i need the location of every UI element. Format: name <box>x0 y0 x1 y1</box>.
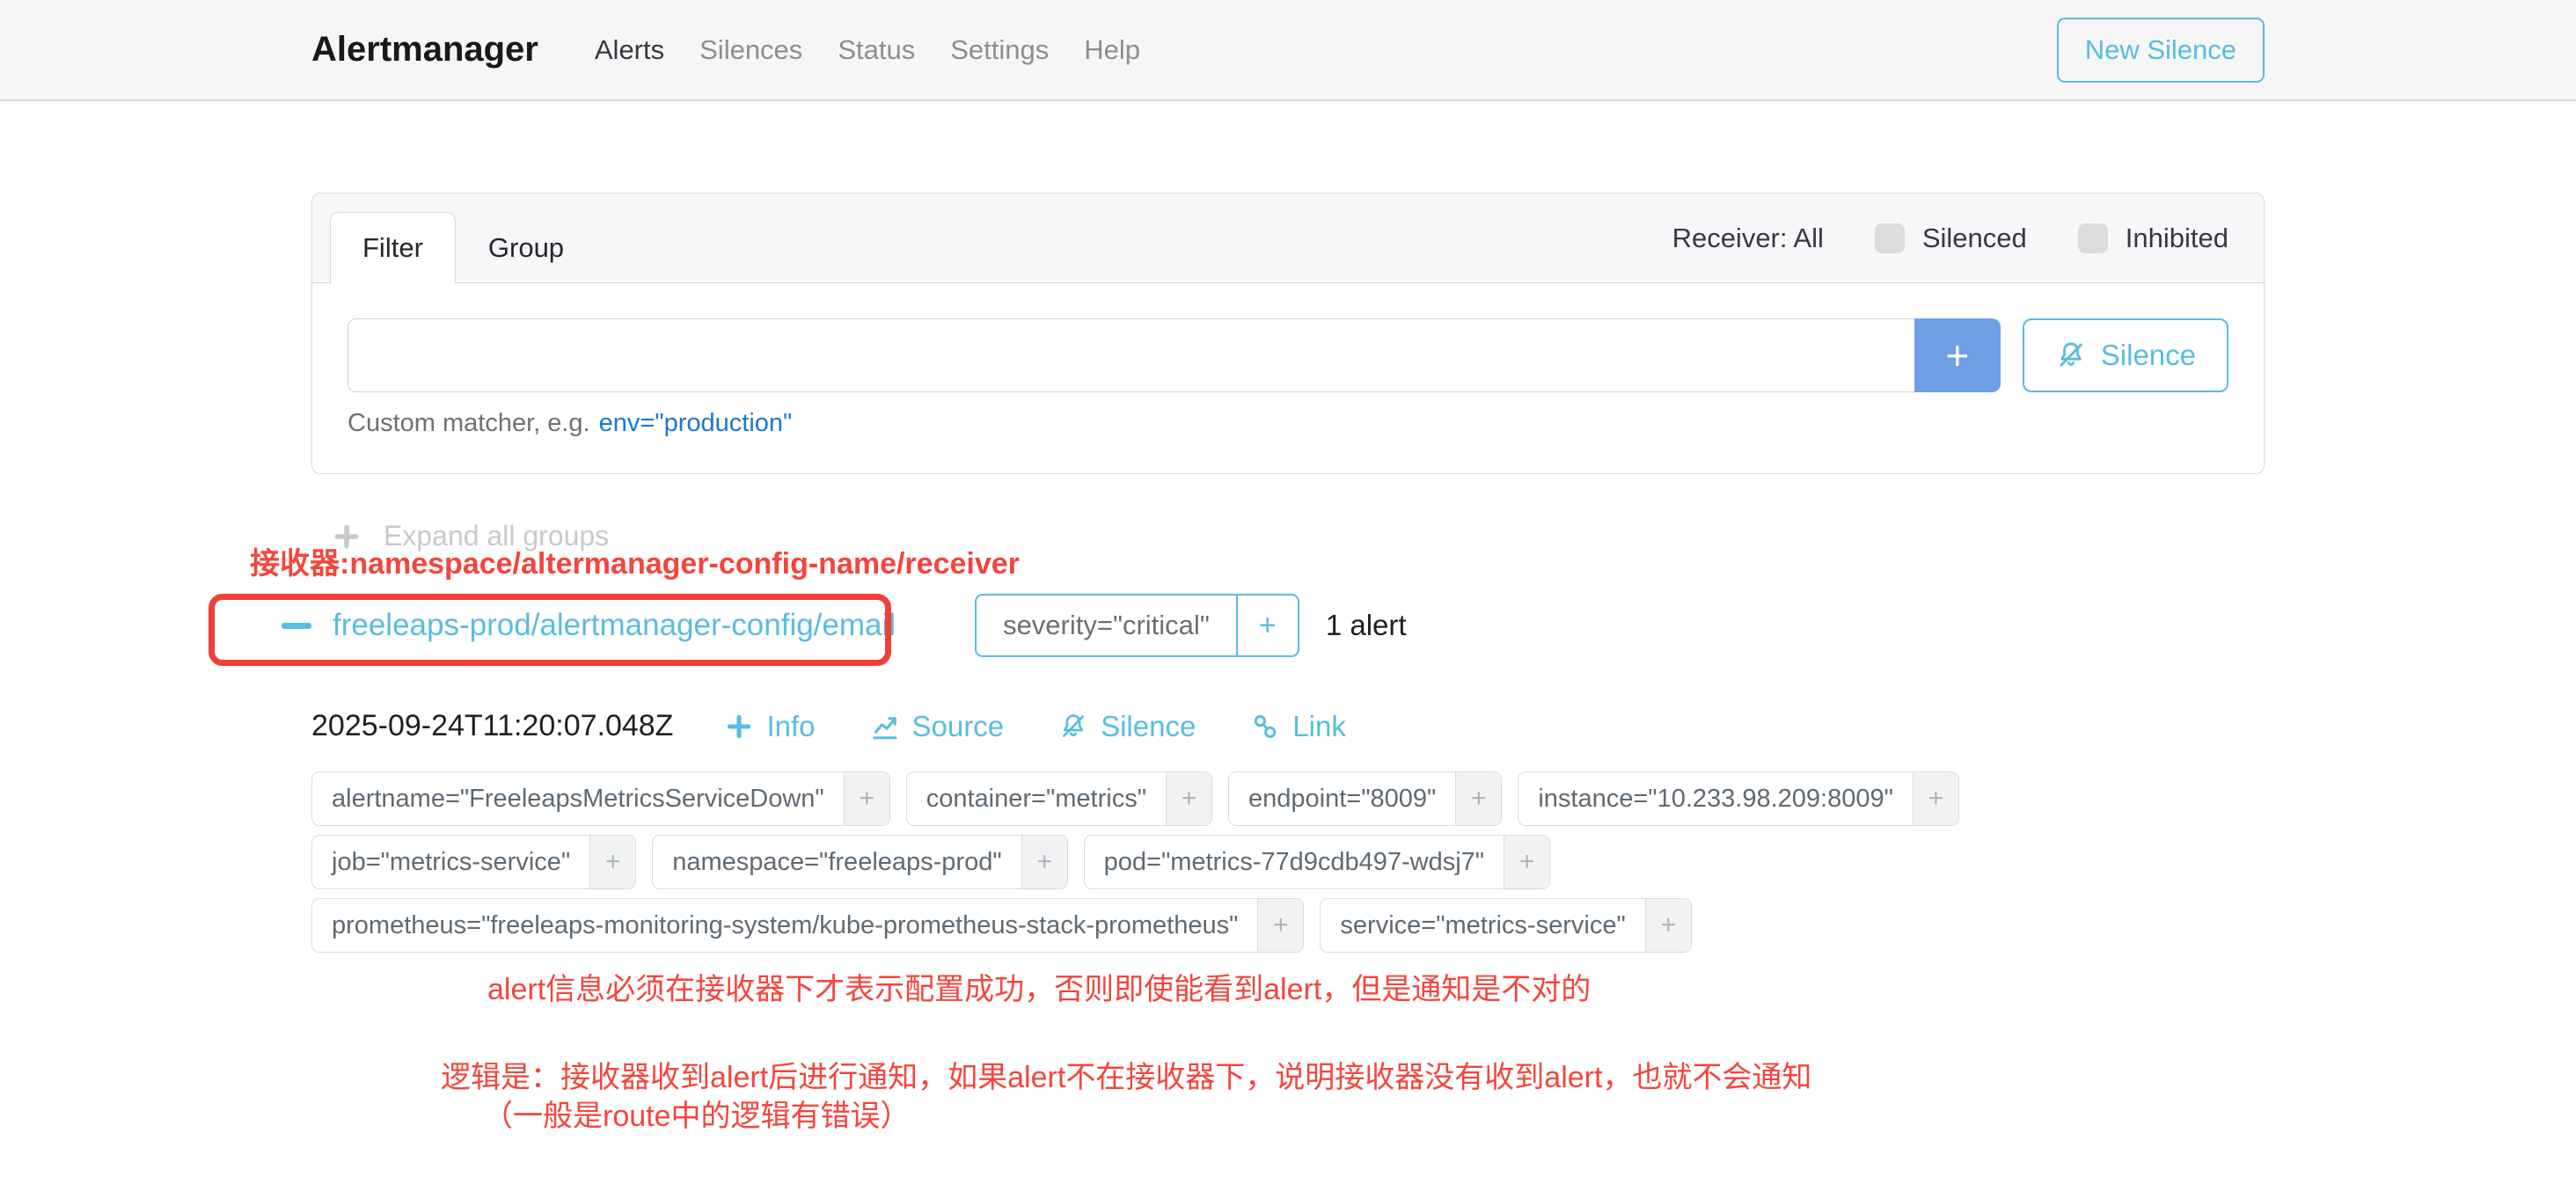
new-silence-button[interactable]: New Silence <box>2057 18 2265 83</box>
group-receiver-label: freeleaps-prod/alertmanager-config/email <box>333 608 896 643</box>
filter-group-tabs: FilterGroup <box>330 194 596 282</box>
alert-label-chip: endpoint="8009"+ <box>1228 771 1502 826</box>
group-receiver-toggle[interactable]: freeleaps-prod/alertmanager-config/email <box>282 592 920 659</box>
alert-label-text: alertname="FreeleapsMetricsServiceDown" <box>312 772 844 825</box>
app-brand[interactable]: Alertmanager <box>311 30 538 69</box>
alert-label-text: namespace="freeleaps-prod" <box>653 836 1021 888</box>
bell-slash-icon <box>1058 712 1088 742</box>
add-label-filter-button[interactable]: + <box>1645 899 1691 952</box>
alert-label-chip: job="metrics-service"+ <box>311 835 636 889</box>
alert-action-link[interactable]: Link <box>1250 710 1346 743</box>
checkbox-icon[interactable] <box>1875 223 1905 253</box>
nav-item-alerts[interactable]: Alerts <box>581 26 678 75</box>
filter-card-body: + Silence Custom matcher, e.g.env="produ… <box>312 283 2264 473</box>
add-label-filter-button[interactable]: + <box>1166 772 1211 825</box>
nav-item-silences[interactable]: Silences <box>685 26 816 75</box>
alert-action-silence[interactable]: Silence <box>1058 710 1196 743</box>
alert-label-chip: service="metrics-service"+ <box>1320 898 1691 953</box>
plus-icon <box>724 712 754 742</box>
matcher-input[interactable] <box>348 318 1914 392</box>
silence-filter-button[interactable]: Silence <box>2023 318 2228 392</box>
action-label: Source <box>912 710 1005 743</box>
alert-label-text: endpoint="8009" <box>1229 772 1455 825</box>
alert-timestamp: 2025-09-24T11:20:07.048Z <box>311 709 673 743</box>
bell-slash-icon <box>2055 340 2087 371</box>
checkbox-label: Silenced <box>1922 223 2027 254</box>
alert-group-row: freeleaps-prod/alertmanager-config/email… <box>282 592 2265 659</box>
annotation-route-note: （一般是route中的逻辑有错误） <box>483 1092 911 1135</box>
alert-label-text: job="metrics-service" <box>312 836 589 888</box>
add-group-matcher-button[interactable]: + <box>1236 596 1298 655</box>
matcher-input-group: + <box>348 318 2001 392</box>
alert-label-text: service="metrics-service" <box>1321 899 1644 952</box>
alert-action-source[interactable]: Source <box>870 710 1005 743</box>
alert-label-text: pod="metrics-77d9cdb497-wdsj7" <box>1085 836 1504 888</box>
annotation-logic-note: 逻辑是：接收器收到alert后进行通知，如果alert不在接收器下，说明接收器没… <box>441 1053 1811 1096</box>
alert-groups: Expand all groups freeleaps-prod/alertma… <box>311 520 2265 953</box>
add-matcher-button[interactable]: + <box>1914 318 2001 392</box>
nav-item-settings[interactable]: Settings <box>936 26 1063 75</box>
nav-links: AlertsSilencesStatusSettingsHelp <box>581 26 1154 75</box>
checkbox-label: Inhibited <box>2126 223 2228 254</box>
filter-checkbox-inhibited[interactable]: Inhibited <box>2078 223 2228 254</box>
alert-label-chip: prometheus="freeleaps-monitoring-system/… <box>311 898 1304 953</box>
tab-filter[interactable]: Filter <box>330 212 456 283</box>
action-label: Info <box>766 710 815 743</box>
group-matcher-chip: severity="critical" + <box>975 594 1299 657</box>
add-label-filter-button[interactable]: + <box>844 772 889 825</box>
matcher-helper-text: Custom matcher, e.g.env="production" <box>348 409 2228 438</box>
filter-card: FilterGroup Receiver: All Silenced Inhibi… <box>311 193 2265 474</box>
alert-label-chip: instance="10.233.98.209:8009"+ <box>1518 771 1959 826</box>
nav-item-help[interactable]: Help <box>1070 26 1154 75</box>
alert-action-info[interactable]: Info <box>724 710 815 743</box>
add-label-filter-button[interactable]: + <box>1257 899 1303 952</box>
link-icon <box>1250 712 1280 742</box>
group-matcher-label: severity="critical" <box>977 596 1236 655</box>
alert-label-text: prometheus="freeleaps-monitoring-system/… <box>312 899 1257 952</box>
checkbox-icon[interactable] <box>2078 223 2108 253</box>
add-label-filter-button[interactable]: + <box>1021 836 1067 888</box>
filter-card-header: FilterGroup Receiver: All Silenced Inhibi… <box>312 194 2264 283</box>
alert-actions: Info Source Silence Link <box>724 710 1345 743</box>
alert-count: 1 alert <box>1326 609 1407 642</box>
add-label-filter-button[interactable]: + <box>589 836 635 888</box>
receiver-filter[interactable]: Receiver: All <box>1672 223 1824 254</box>
add-label-filter-button[interactable]: + <box>1913 772 1958 825</box>
chart-icon <box>870 712 900 742</box>
filter-options: Receiver: All Silenced Inhibited <box>1672 194 2228 282</box>
alert-label-chip: namespace="freeleaps-prod"+ <box>652 835 1067 889</box>
silence-button-label: Silence <box>2101 339 2196 372</box>
tab-group[interactable]: Group <box>456 212 596 283</box>
alert-label-chip: alertname="FreeleapsMetricsServiceDown"+ <box>311 771 890 826</box>
annotation-receiver-note: 接收器:namespace/altermanager-config-name/r… <box>250 539 1020 582</box>
action-label: Link <box>1292 710 1346 743</box>
nav-item-status[interactable]: Status <box>823 26 929 75</box>
alert-label-chip: container="metrics"+ <box>906 771 1212 826</box>
navbar: Alertmanager AlertsSilencesStatusSetting… <box>0 0 2576 101</box>
alert-label-text: instance="10.233.98.209:8009" <box>1519 772 1913 825</box>
filter-checkbox-silenced[interactable]: Silenced <box>1875 223 2027 254</box>
alert-labels: alertname="FreeleapsMetricsServiceDown"+… <box>311 771 2071 953</box>
collapse-minus-icon <box>282 623 311 629</box>
annotation-config-note: alert信息必须在接收器下才表示配置成功，否则即使能看到alert，但是通知是… <box>487 965 1591 1008</box>
alert-label-text: container="metrics" <box>907 772 1166 825</box>
add-label-filter-button[interactable]: + <box>1455 772 1501 825</box>
add-label-filter-button[interactable]: + <box>1504 836 1549 888</box>
action-label: Silence <box>1101 710 1196 743</box>
matcher-example-link[interactable]: env="production" <box>599 409 793 437</box>
alert-header-row: 2025-09-24T11:20:07.048Z Info Source Silen… <box>311 709 2265 743</box>
alert-label-chip: pod="metrics-77d9cdb497-wdsj7"+ <box>1084 835 1550 889</box>
